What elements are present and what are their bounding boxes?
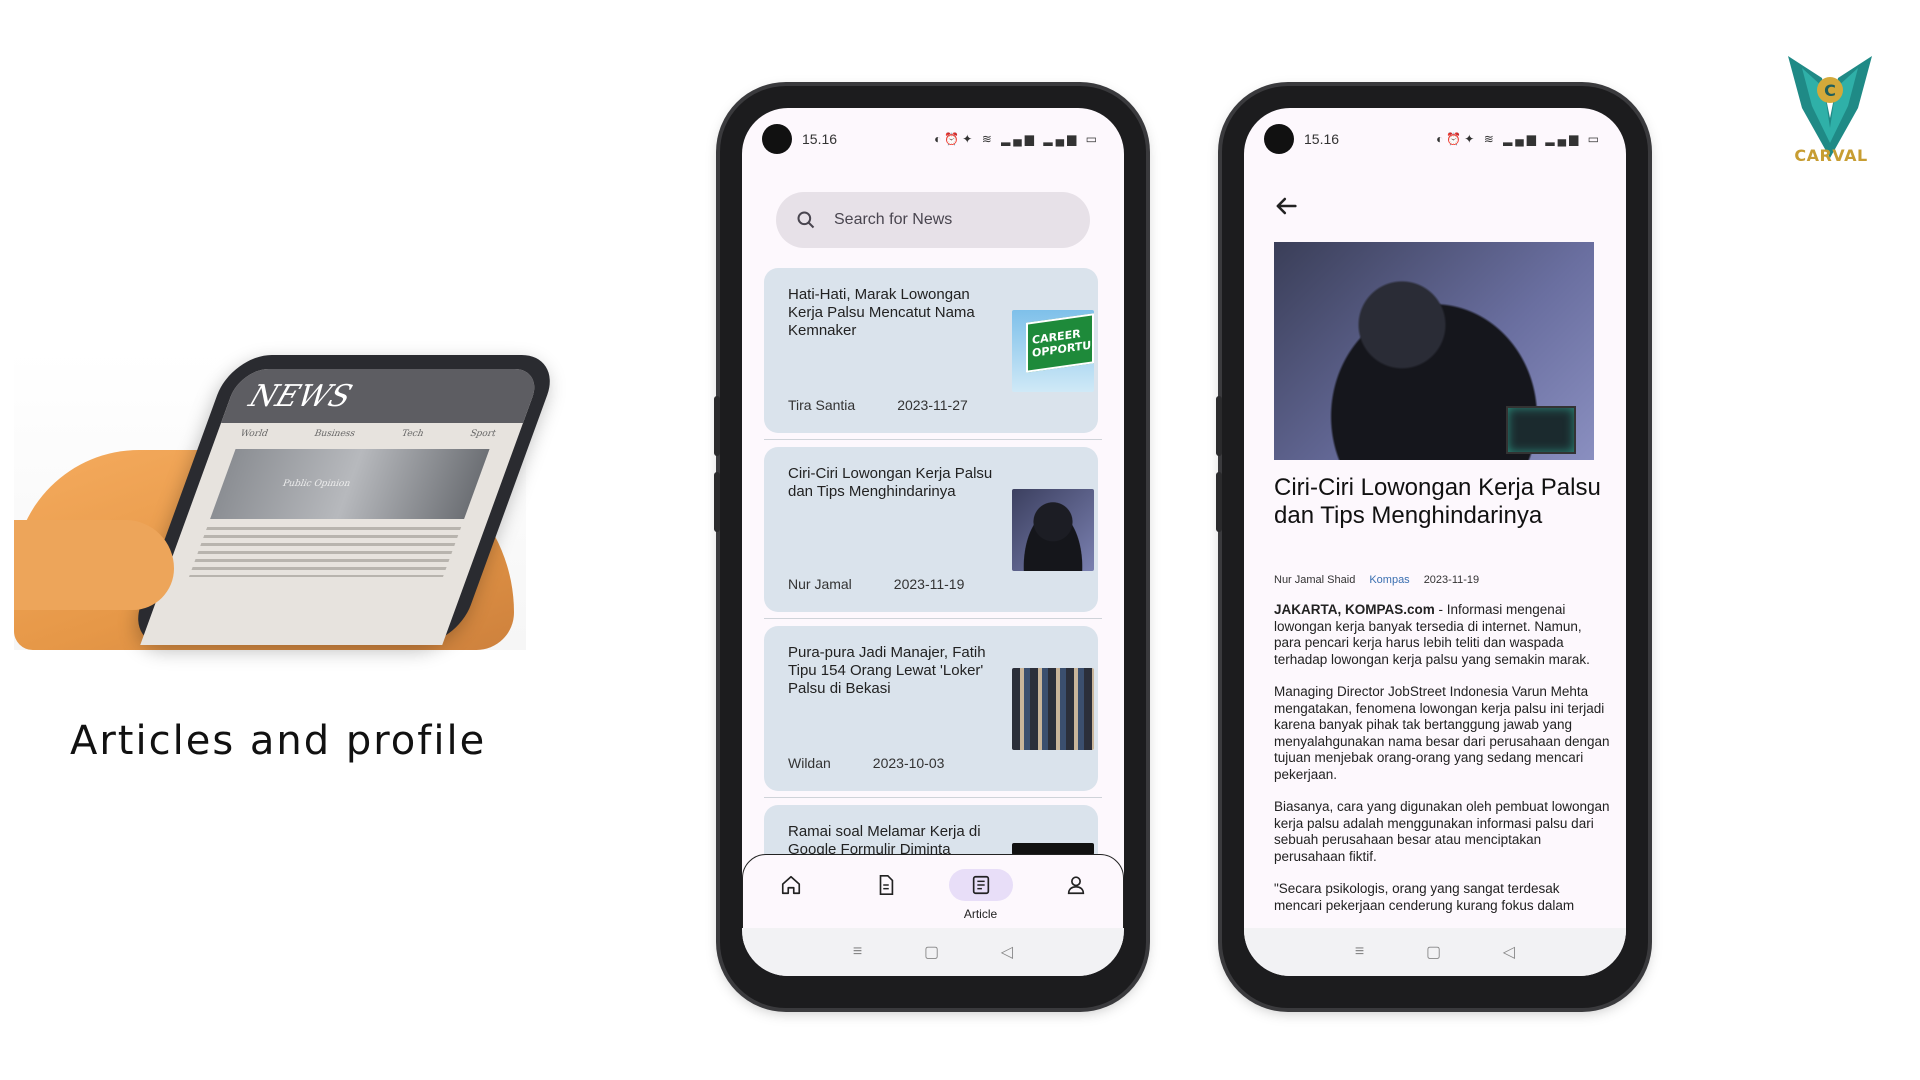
search-icon bbox=[797, 211, 815, 229]
home-icon bbox=[781, 875, 800, 895]
article-meta: Wildan 2023-10-03 bbox=[788, 755, 944, 771]
nav-pill bbox=[1044, 869, 1108, 901]
nav-article[interactable]: Article bbox=[941, 869, 1021, 921]
divider bbox=[764, 618, 1102, 619]
camera-cutout bbox=[1264, 124, 1294, 154]
article-body: JAKARTA, KOMPAS.com - Informasi mengenai… bbox=[1274, 602, 1610, 942]
article-card[interactable]: Ciri-Ciri Lowongan Kerja Palsu dan Tips … bbox=[764, 447, 1098, 612]
menu-icon[interactable]: ≡ bbox=[1355, 943, 1364, 961]
news-tab: Tech bbox=[399, 429, 426, 439]
article-source-link[interactable]: Kompas bbox=[1369, 574, 1409, 586]
nav-documents[interactable] bbox=[846, 869, 926, 901]
divider bbox=[764, 797, 1102, 798]
article-meta: Nur Jamal Shaid Kompas 2023-11-19 bbox=[1274, 574, 1479, 586]
monitor-shape bbox=[1506, 406, 1576, 454]
volume-button bbox=[1216, 396, 1222, 456]
article-thumbnail: CAREER OPPORTU bbox=[1012, 310, 1094, 392]
article-author: Tira Santia bbox=[788, 397, 856, 413]
nav-pill-active bbox=[948, 869, 1013, 901]
news-photo: Public Opinion bbox=[210, 449, 490, 519]
article-card[interactable]: Hati-Hati, Marak Lowongan Kerja Palsu Me… bbox=[764, 268, 1098, 433]
article-card[interactable]: Ramai soal Melamar Kerja di Google Formu… bbox=[764, 805, 1098, 858]
news-text-lines bbox=[188, 527, 462, 577]
volume-button bbox=[714, 396, 720, 456]
slide-caption: Articles and profile bbox=[70, 718, 487, 764]
article-title: Hati-Hati, Marak Lowongan Kerja Palsu Me… bbox=[788, 286, 975, 339]
article-card[interactable]: Pura-pura Jadi Manajer, Fatih Tipu 154 O… bbox=[764, 626, 1098, 791]
news-tab: Sport bbox=[468, 429, 498, 439]
camera-cutout bbox=[762, 124, 792, 154]
home-square-icon[interactable]: ▢ bbox=[924, 942, 939, 962]
article-hero-image bbox=[1274, 242, 1594, 460]
article-date: 2023-11-19 bbox=[893, 576, 965, 592]
divider bbox=[764, 439, 1102, 440]
article-date: 2023-11-19 bbox=[1423, 574, 1480, 586]
article-paragraph: "Secara psikologis, orang yang sangat te… bbox=[1274, 881, 1575, 913]
status-icons: ◐⏰✦ ≋ ▂▄▆ ▂▄▆ ▭ bbox=[1436, 132, 1602, 146]
status-bar: 15.16 ◐⏰✦ ≋ ▂▄▆ ▂▄▆ ▭ bbox=[742, 108, 1124, 170]
profile-icon bbox=[1067, 876, 1084, 895]
search-bar[interactable]: Search for News bbox=[776, 192, 1090, 248]
article-author: Nur Jamal bbox=[788, 576, 852, 592]
phone-article-detail: 15.16 ◐⏰✦ ≋ ▂▄▆ ▂▄▆ ▭ Ciri-Ciri Lowongan… bbox=[1216, 86, 1648, 1008]
system-navigation: ≡ ▢ ◁ bbox=[742, 928, 1124, 976]
status-time: 15.16 bbox=[802, 131, 838, 147]
article-paragraph: Biasanya, cara yang digunakan oleh pembu… bbox=[1274, 799, 1610, 864]
dateline: JAKARTA, KOMPAS.com bbox=[1274, 602, 1435, 617]
article-thumbnail bbox=[1012, 668, 1094, 750]
logo-text: CARVAL bbox=[1794, 146, 1868, 165]
back-triangle-icon[interactable]: ◁ bbox=[1001, 942, 1013, 962]
phone-article-list: 15.16 ◐⏰✦ ≋ ▂▄▆ ▂▄▆ ▭ Search for News Ha… bbox=[714, 86, 1146, 1008]
article-date: 2023-10-03 bbox=[872, 755, 945, 771]
nav-profile[interactable] bbox=[1036, 869, 1116, 901]
article-title: Pura-pura Jadi Manajer, Fatih Tipu 154 O… bbox=[788, 644, 986, 697]
status-bar: 15.16 ◐⏰✦ ≋ ▂▄▆ ▂▄▆ ▭ bbox=[1244, 108, 1626, 170]
system-navigation: ≡ ▢ ◁ bbox=[1244, 928, 1626, 976]
screen: 15.16 ◐⏰✦ ≋ ▂▄▆ ▂▄▆ ▭ Search for News Ha… bbox=[742, 108, 1124, 976]
article-list[interactable]: Hati-Hati, Marak Lowongan Kerja Palsu Me… bbox=[764, 268, 1102, 858]
home-square-icon[interactable]: ▢ bbox=[1426, 942, 1441, 962]
volume-button bbox=[714, 472, 720, 532]
search-placeholder: Search for News bbox=[834, 211, 953, 228]
news-masthead: NEWS bbox=[221, 369, 543, 423]
article-date: 2023-11-27 bbox=[897, 397, 968, 413]
nav-article-label: Article bbox=[963, 907, 998, 921]
article-thumbnail bbox=[1012, 489, 1094, 571]
article-meta: Nur Jamal 2023-11-19 bbox=[788, 576, 964, 592]
article-icon bbox=[972, 875, 989, 895]
screen: 15.16 ◐⏰✦ ≋ ▂▄▆ ▂▄▆ ▭ Ciri-Ciri Lowongan… bbox=[1244, 108, 1626, 976]
career-sign: CAREER OPPORTU bbox=[1026, 313, 1094, 373]
nav-pill bbox=[759, 869, 823, 901]
article-title: Ramai soal Melamar Kerja di Google Formu… bbox=[788, 823, 981, 858]
back-triangle-icon[interactable]: ◁ bbox=[1503, 942, 1515, 962]
status-time: 15.16 bbox=[1304, 131, 1340, 147]
article-author: Nur Jamal Shaid bbox=[1274, 574, 1356, 586]
news-tab: Business bbox=[312, 429, 357, 439]
hand-holding-phone-illustration: NEWS World Business Tech Sport Public Op… bbox=[14, 350, 562, 650]
menu-icon[interactable]: ≡ bbox=[853, 943, 862, 961]
nav-home[interactable] bbox=[751, 869, 831, 901]
back-arrow-icon[interactable] bbox=[1272, 192, 1300, 220]
news-tabs: World Business Tech Sport bbox=[213, 423, 523, 445]
svg-text:C: C bbox=[1824, 81, 1836, 100]
article-paragraph: Managing Director JobStreet Indonesia Va… bbox=[1274, 684, 1610, 782]
status-icons: ◐⏰✦ ≋ ▂▄▆ ▂▄▆ ▭ bbox=[934, 132, 1100, 146]
thumb-shape bbox=[14, 520, 174, 610]
news-tab: World bbox=[238, 429, 270, 439]
volume-button bbox=[1216, 472, 1222, 532]
article-meta: Tira Santia 2023-11-27 bbox=[788, 397, 968, 413]
article-title: Ciri-Ciri Lowongan Kerja Palsu dan Tips … bbox=[1274, 474, 1601, 529]
document-icon bbox=[879, 875, 893, 895]
article-author: Wildan bbox=[788, 755, 831, 771]
nav-pill bbox=[854, 869, 918, 901]
article-paragraph: JAKARTA, KOMPAS.com - Informasi mengenai… bbox=[1274, 602, 1610, 668]
article-title: Ciri-Ciri Lowongan Kerja Palsu dan Tips … bbox=[788, 465, 993, 500]
